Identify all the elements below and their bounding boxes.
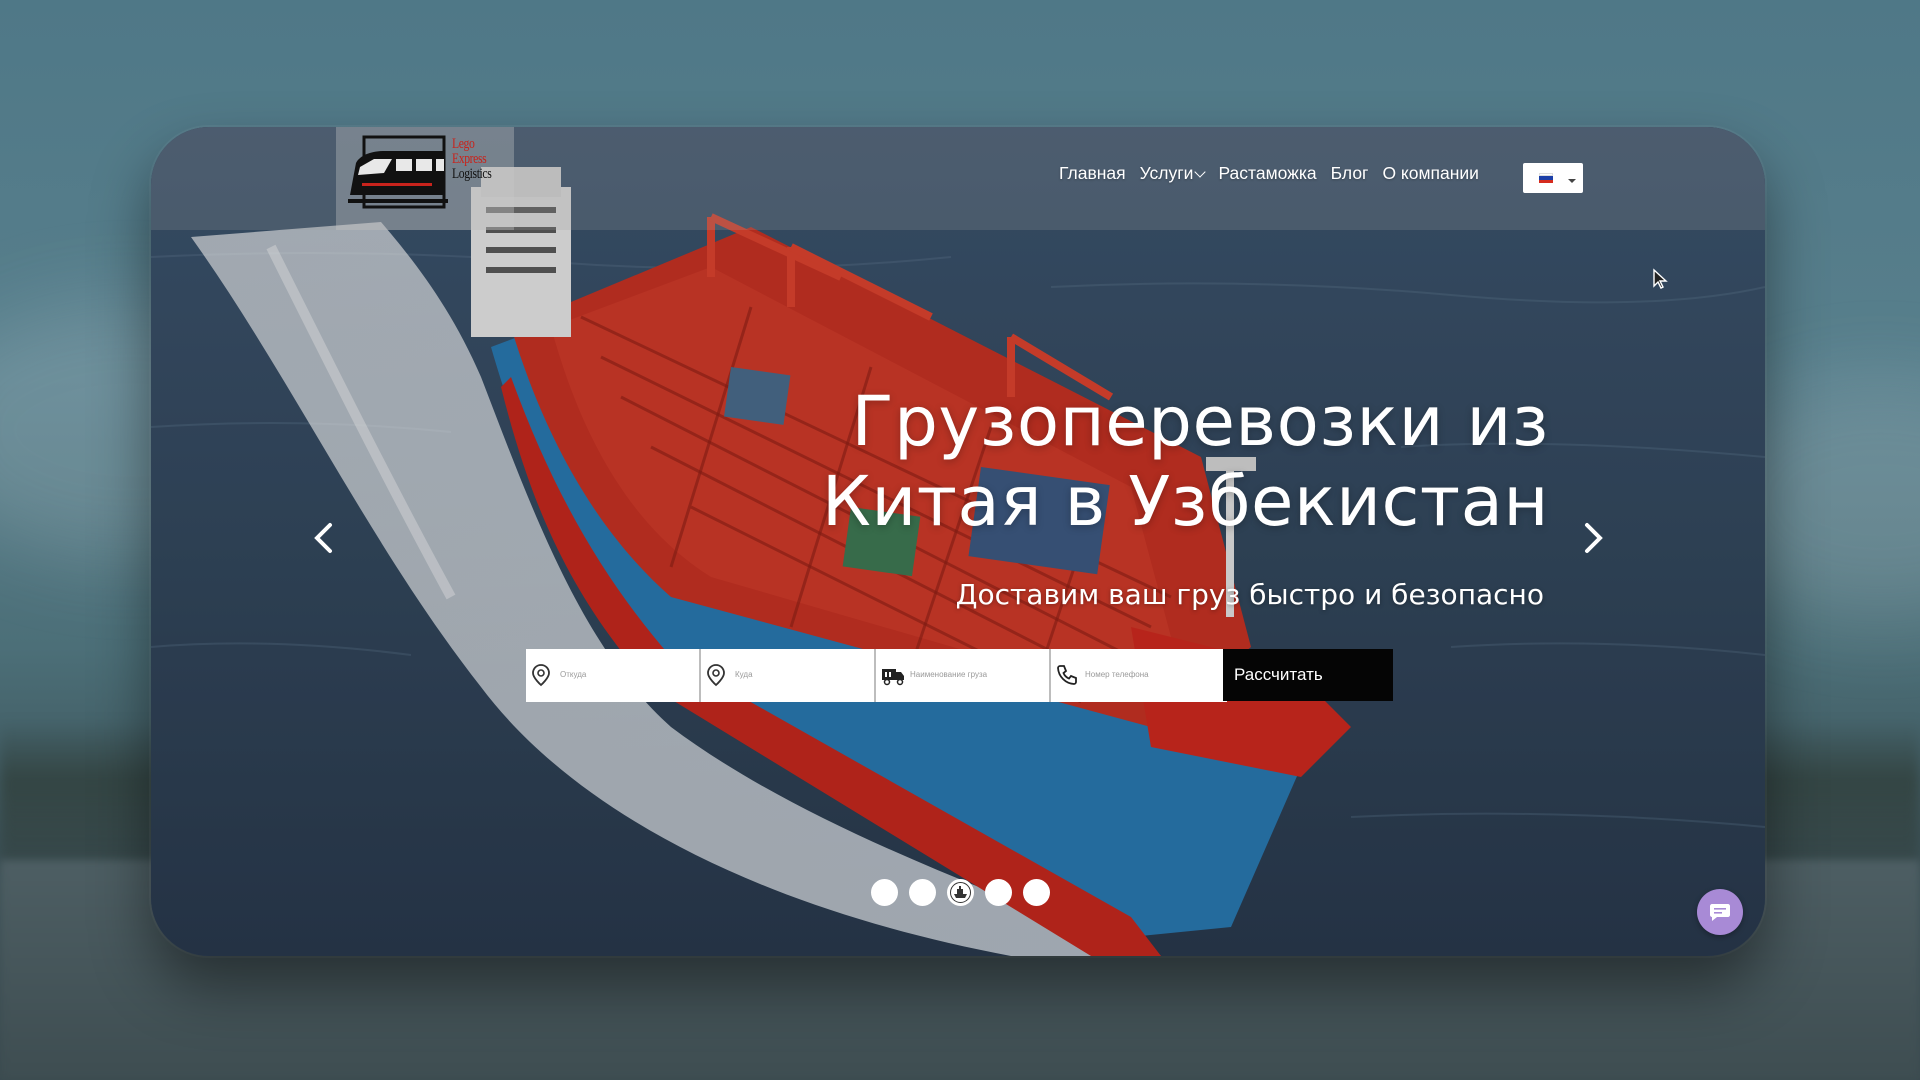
location-pin-icon	[532, 664, 550, 687]
chevron-left-icon	[314, 523, 332, 553]
train-logo-icon	[348, 135, 448, 209]
caret-down-icon	[1568, 179, 1576, 183]
brand-logo[interactable]: Lego Express Logistics	[336, 127, 514, 230]
chevron-down-icon	[1194, 166, 1207, 178]
language-selector[interactable]	[1523, 163, 1583, 193]
from-placeholder: Откуда	[560, 670, 587, 679]
logo-line-express: Express	[452, 151, 487, 167]
mouse-pointer-icon	[1653, 268, 1668, 289]
hero-title-line2: Китая в Узбекистан	[821, 462, 1549, 542]
location-pin-icon	[707, 664, 725, 687]
slider-prev-button[interactable]	[308, 521, 342, 555]
website-preview-card: Lego Express Logistics Главная Услуги Ра…	[151, 127, 1765, 956]
slider-dot-1[interactable]	[871, 879, 898, 906]
nav-services-label: Услуги	[1139, 163, 1194, 183]
phone-icon	[1057, 665, 1077, 685]
ship-icon	[950, 882, 971, 903]
cargo-placeholder: Наименование груза	[910, 670, 988, 679]
calculate-button[interactable]: Рассчитать	[1223, 649, 1393, 701]
hero-subtitle: Доставим ваш груз быстро и безопасно	[955, 578, 1544, 611]
nav-about[interactable]: О компании	[1382, 163, 1479, 184]
nav-services[interactable]: Услуги	[1139, 163, 1207, 184]
slider-dot-3-active[interactable]	[947, 879, 974, 906]
nav-home[interactable]: Главная	[1059, 163, 1126, 184]
chat-widget-button[interactable]	[1697, 889, 1743, 935]
chat-bubble-icon	[1710, 904, 1730, 921]
truck-icon	[882, 669, 904, 686]
hero-title: Грузоперевозки из Китая в Узбекистан	[521, 382, 1549, 542]
brand-logo-text: Lego Express Logistics	[452, 137, 510, 182]
shipping-quote-form: Откуда Куда Наименование груза Номер тел…	[526, 649, 1227, 702]
slider-dot-2[interactable]	[909, 879, 936, 906]
slider-pagination	[871, 879, 1050, 906]
to-placeholder: Куда	[735, 670, 753, 679]
main-navigation: Главная Услуги Растаможка Блог О компани…	[1059, 163, 1479, 184]
chevron-right-icon	[1585, 523, 1603, 553]
russia-flag-icon	[1539, 173, 1553, 183]
hero-title-line1: Грузоперевозки из	[851, 382, 1549, 462]
cargo-name-field[interactable]: Наименование груза	[876, 649, 1051, 702]
logo-line-lego: Lego	[452, 136, 475, 152]
slider-dot-4[interactable]	[985, 879, 1012, 906]
phone-placeholder: Номер телефона	[1085, 670, 1149, 679]
slider-next-button[interactable]	[1575, 521, 1609, 555]
phone-field[interactable]: Номер телефона	[1051, 649, 1227, 702]
nav-blog[interactable]: Блог	[1331, 163, 1369, 184]
nav-customs[interactable]: Растаможка	[1218, 163, 1316, 184]
to-field[interactable]: Куда	[701, 649, 876, 702]
from-field[interactable]: Откуда	[526, 649, 701, 702]
slider-dot-5[interactable]	[1023, 879, 1050, 906]
logo-line-logistics: Logistics	[452, 166, 492, 182]
